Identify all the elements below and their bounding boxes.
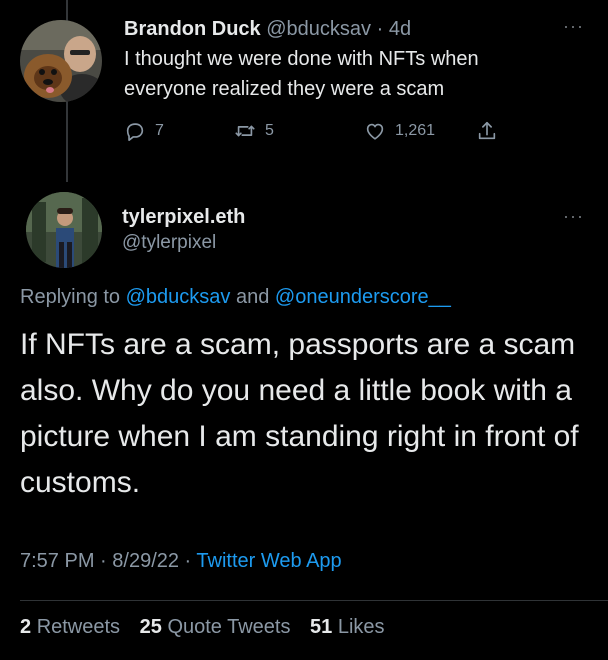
parent-tweet-header: Brandon Duck @bducksav · 4d: [124, 14, 554, 44]
quotes-count: 25: [139, 616, 162, 638]
share-button[interactable]: [476, 120, 498, 142]
display-name[interactable]: tylerpixel.eth: [122, 204, 245, 230]
divider: [20, 600, 608, 601]
tweet-actions: 7 5 1,261: [124, 120, 524, 150]
handle[interactable]: @bducksav: [266, 18, 371, 40]
retweet-button[interactable]: 5: [234, 120, 274, 142]
retweet-icon: [235, 125, 255, 137]
like-count: 1,261: [395, 122, 436, 139]
avatar-image: [20, 20, 102, 102]
quotes-stat[interactable]: 25 Quote Tweets: [140, 616, 305, 638]
like-button[interactable]: 1,261: [364, 120, 435, 142]
tweet-date[interactable]: 8/29/22: [112, 550, 179, 572]
reply-count: 7: [155, 122, 164, 139]
tweet-text: If NFTs are a scam, passports are a scam…: [20, 328, 579, 499]
replying-prefix: Replying to: [20, 286, 126, 308]
mention-link-oneunderscore[interactable]: @oneunderscore__: [275, 286, 451, 308]
share-icon: [478, 121, 496, 140]
reply-button[interactable]: 7: [124, 120, 164, 142]
retweet-count: 5: [265, 122, 274, 139]
meta-separator: ·: [179, 550, 197, 572]
reply-icon: [126, 123, 144, 141]
parent-tweet-body: Brandon Duck @bducksav · 4d I thought we…: [124, 14, 554, 104]
tweet-text: I thought we were done with NFTs when ev…: [124, 48, 479, 100]
display-name[interactable]: Brandon Duck: [124, 18, 261, 40]
tweet-time[interactable]: 7:57 PM: [20, 550, 94, 572]
quotes-label: Quote Tweets: [167, 616, 291, 638]
replying-to: Replying to @bducksav and @oneunderscore…: [20, 286, 451, 309]
tweet-source-link[interactable]: Twitter Web App: [196, 550, 341, 572]
avatar-image: [26, 192, 102, 268]
timestamp[interactable]: · 4d: [377, 18, 411, 40]
avatar-tylerpixel[interactable]: [26, 192, 102, 268]
parent-tweet[interactable]: Brandon Duck @bducksav · 4d I thought we…: [20, 14, 590, 164]
meta-separator: ·: [94, 550, 113, 572]
avatar-brandon-duck[interactable]: [20, 20, 102, 102]
user-names: tylerpixel.eth @tylerpixel: [122, 204, 245, 256]
likes-stat[interactable]: 51 Likes: [310, 616, 399, 638]
retweets-label: Retweets: [36, 616, 121, 638]
retweets-stat[interactable]: 2 Retweets: [20, 616, 134, 638]
like-icon: [366, 123, 384, 140]
more-icon[interactable]: ···: [563, 207, 584, 225]
mention-link-bducksav[interactable]: @bducksav: [126, 286, 231, 308]
handle[interactable]: @tylerpixel: [122, 230, 245, 256]
replying-and: and: [230, 286, 275, 308]
likes-label: Likes: [337, 616, 385, 638]
more-icon[interactable]: ···: [563, 17, 584, 35]
likes-count: 51: [310, 616, 333, 638]
tweet-stats: 2 Retweets 25 Quote Tweets 51 Likes: [20, 616, 399, 639]
retweets-count: 2: [20, 616, 32, 638]
tweet-metadata: 7:57 PM · 8/29/22 · Twitter Web App: [20, 550, 342, 573]
